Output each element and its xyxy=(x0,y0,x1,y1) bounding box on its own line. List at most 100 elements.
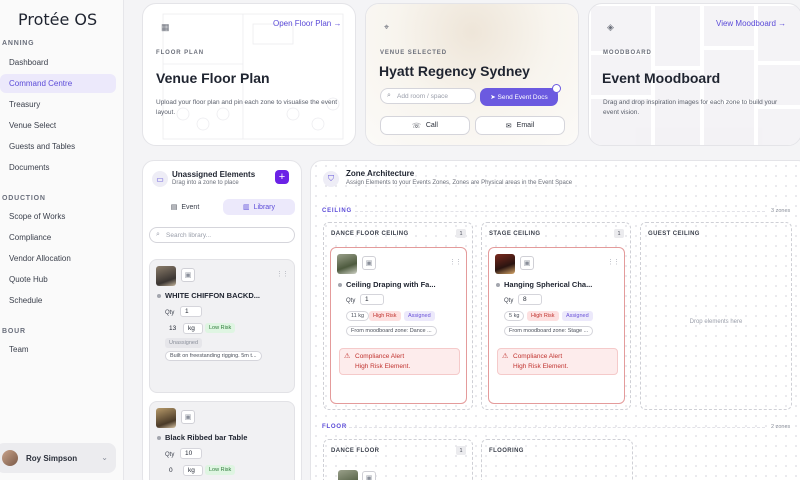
element-thumbnail xyxy=(338,470,358,480)
view-moodboard-link[interactable]: View Moodboard → xyxy=(716,19,786,28)
status-dot xyxy=(157,294,161,298)
risk-badge: Low Risk xyxy=(205,465,236,475)
call-button[interactable]: ☏ Call xyxy=(380,116,470,135)
sidebar-item-guests-and-tables[interactable]: Guests and Tables xyxy=(0,137,116,156)
sidebar-item-compliance[interactable]: Compliance xyxy=(0,228,116,247)
sidebar-item-label: Dashboard xyxy=(9,58,49,67)
sidebar-item-command-centre[interactable]: Command Centre xyxy=(0,74,116,93)
alert-title: Compliance Alert xyxy=(355,353,405,360)
sidebar-item-vendor-allocation[interactable]: Vendor Allocation xyxy=(0,249,116,268)
zone-name: STAGE CEILING xyxy=(489,231,541,237)
floor-plan-description: Upload your floor plan and pin each zone… xyxy=(156,99,338,116)
unassigned-elements-panel: ▭ Unassigned Elements Drag into a zone t… xyxy=(142,160,302,480)
qty-field[interactable]: 1 xyxy=(180,306,202,317)
search-icon: ⌕ xyxy=(387,92,391,99)
search-icon: ⌕ xyxy=(156,231,160,238)
zone-dance-floor-ceiling[interactable]: DANCE FLOOR CEILING 1 ▣ ⋮⋮ Ceiling Drapi… xyxy=(323,222,473,410)
status-dot xyxy=(157,436,161,440)
zone-subtitle: Assign Elements to your Events Zones, Zo… xyxy=(346,180,573,186)
status-badge: Assigned xyxy=(562,311,593,321)
zone-element-count: 1 xyxy=(456,229,466,238)
sidebar-item-label: Quote Hub xyxy=(9,275,48,284)
send-event-docs-button[interactable]: ➤ Send Event Docs xyxy=(480,88,558,106)
list-item[interactable]: ▣ Black Ribbed bar Table Qty 10 0 kg Low… xyxy=(149,401,295,480)
sidebar-item-label: Documents xyxy=(9,163,50,172)
risk-badge: High Risk xyxy=(527,311,559,321)
mail-icon: ✉ xyxy=(505,122,512,130)
drag-handle-icon[interactable]: ⋮⋮ xyxy=(607,258,620,266)
location-pin-icon: ⌖ xyxy=(384,22,390,32)
alert-message: High Risk Element. xyxy=(355,363,411,370)
status-dot xyxy=(338,283,342,287)
sidebar-item-label: Schedule xyxy=(9,296,43,305)
call-label: Call xyxy=(425,122,438,129)
sidebar-item-documents[interactable]: Documents xyxy=(0,158,116,177)
phone-icon: ☏ xyxy=(412,122,421,130)
tab-library[interactable]: ▥ Library xyxy=(223,199,295,215)
notification-badge xyxy=(552,84,561,93)
sidebar-item-team[interactable]: Team xyxy=(0,340,116,359)
weight-field[interactable]: 13 xyxy=(165,323,183,334)
sidebar: Protée OS ANNING Dashboard Command Centr… xyxy=(0,0,124,480)
add-element-button[interactable]: + xyxy=(275,170,289,184)
unit-field[interactable]: kg xyxy=(183,465,203,476)
drag-handle-icon[interactable]: ⋮⋮ xyxy=(449,258,462,266)
zone-guest-ceiling[interactable]: GUEST CEILING Drop elements here xyxy=(640,222,792,410)
user-menu[interactable]: Roy Simpson ⌄ xyxy=(0,443,116,473)
weight-field[interactable]: 0 xyxy=(165,465,183,476)
unassigned-subtitle: Drag into a zone to place xyxy=(172,180,239,186)
map-icon: ▦ xyxy=(161,22,170,32)
weight-badge: 11 kg xyxy=(346,311,370,321)
drag-handle-icon[interactable]: ⋮⋮ xyxy=(276,270,289,278)
qty-label: Qty xyxy=(165,452,175,458)
sidebar-item-dashboard[interactable]: Dashboard xyxy=(0,53,116,72)
image-icon[interactable]: ▣ xyxy=(520,256,534,270)
library-search-input[interactable]: ⌕ Search library... xyxy=(149,227,295,243)
venue-card: ⌖ VENUE SELECTED Hyatt Regency Sydney ⌕ … xyxy=(365,3,579,146)
image-icon[interactable]: ▣ xyxy=(362,256,376,270)
list-item[interactable]: ▣ ⋮⋮ WHITE CHIFFON BACKD... Qty 1 13 kg … xyxy=(149,259,295,393)
moodboard-title: Event Moodboard xyxy=(602,70,721,86)
unassigned-title: Unassigned Elements xyxy=(172,170,256,179)
status-dot xyxy=(496,283,500,287)
sidebar-item-label: Treasury xyxy=(9,100,41,109)
library-icon: ▥ xyxy=(242,204,250,211)
zone-element-card[interactable]: ▣ ⋮⋮ Ceiling Draping with Fa... Qty 1 11… xyxy=(330,247,467,404)
warning-icon: ⚠ xyxy=(344,353,351,360)
sidebar-item-label: Compliance xyxy=(9,233,52,242)
email-button[interactable]: ✉ Email xyxy=(475,116,565,135)
status-badge: Unassigned xyxy=(165,338,203,348)
sidebar-item-treasury[interactable]: Treasury xyxy=(0,95,116,114)
sidebar-item-venue-select[interactable]: Venue Select xyxy=(0,116,116,135)
room-space-input[interactable]: ⌕ Add room / space xyxy=(380,88,476,104)
sidebar-item-label: Scope of Works xyxy=(9,212,66,221)
sidebar-item-scope-of-works[interactable]: Scope of Works xyxy=(0,207,116,226)
zone-flooring[interactable]: FLOORING xyxy=(481,439,633,480)
zone-stage-ceiling[interactable]: STAGE CEILING 1 ▣ ⋮⋮ Hanging Spherical C… xyxy=(481,222,631,410)
qty-field[interactable]: 1 xyxy=(360,294,384,305)
unit-field[interactable]: kg xyxy=(183,323,203,334)
image-icon[interactable]: ▣ xyxy=(362,471,376,480)
send-icon: ➤ xyxy=(490,94,498,101)
qty-label: Qty xyxy=(504,298,514,304)
image-icon[interactable]: ▣ xyxy=(181,268,195,282)
tab-library-label: Library xyxy=(253,203,276,211)
ceiling-zone-count: 3 zones xyxy=(771,208,791,214)
tab-event[interactable]: ▤ Event xyxy=(149,199,221,215)
zone-element-card[interactable]: ▣ ⋮⋮ Hanging Spherical Cha... Qty 8 5 kg… xyxy=(488,247,625,404)
zone-dance-floor[interactable]: DANCE FLOOR 1 ▣ xyxy=(323,439,473,480)
divider xyxy=(349,427,765,428)
moodboard-card[interactable]: ◈ View Moodboard → MOODBOARD Event Moodb… xyxy=(588,3,800,146)
sidebar-item-quote-hub[interactable]: Quote Hub xyxy=(0,270,116,289)
sidebar-item-schedule[interactable]: Schedule xyxy=(0,291,116,310)
user-name: Roy Simpson xyxy=(26,453,78,463)
image-icon[interactable]: ▣ xyxy=(181,410,195,424)
element-name: Hanging Spherical Cha... xyxy=(504,280,593,289)
zone-element-count: 1 xyxy=(614,229,624,238)
floor-plan-card[interactable]: ▦ Open Floor Plan → FLOOR PLAN Venue Flo… xyxy=(142,3,356,146)
qty-field[interactable]: 8 xyxy=(518,294,542,305)
qty-field[interactable]: 10 xyxy=(180,448,202,459)
element-thumbnail xyxy=(156,266,176,286)
sidebar-item-label: Venue Select xyxy=(9,121,57,130)
open-floor-plan-link[interactable]: Open Floor Plan → xyxy=(273,19,341,28)
